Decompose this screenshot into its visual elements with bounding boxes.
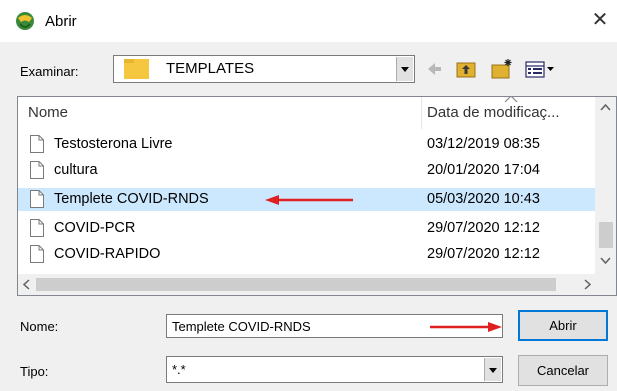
file-icon (30, 190, 44, 208)
file-icon (30, 219, 44, 237)
scroll-right-icon[interactable] (584, 279, 592, 290)
back-arrow-icon[interactable] (425, 58, 443, 80)
scroll-up-icon[interactable] (600, 103, 611, 111)
cancel-button[interactable]: Cancelar (518, 355, 608, 386)
window-title: Abrir (45, 13, 77, 30)
file-date: 29/07/2020 12:12 (427, 220, 540, 236)
column-divider[interactable] (421, 97, 422, 129)
file-name: Templete COVID-RNDS (54, 191, 209, 207)
horizontal-scroll-thumb[interactable] (36, 278, 556, 291)
file-row-selected[interactable]: Templete COVID-RNDS 05/03/2020 10:43 (18, 188, 596, 211)
file-date: 03/12/2019 08:35 (427, 136, 540, 152)
file-row[interactable]: COVID-PCR 29/07/2020 12:12 (18, 217, 596, 240)
red-arrow-icon (265, 195, 353, 205)
file-icon (30, 161, 44, 179)
file-icon (30, 245, 44, 263)
view-menu-icon[interactable] (524, 58, 556, 80)
app-icon (16, 12, 34, 30)
file-name: COVID-PCR (54, 220, 136, 236)
lookin-value: TEMPLATES (166, 60, 255, 77)
lookin-label: Examinar: (20, 64, 79, 79)
vertical-scrollbar[interactable] (595, 97, 616, 295)
open-button[interactable]: Abrir (518, 310, 608, 341)
file-list[interactable]: Nome Data de modificaç... Testosterona L… (17, 96, 617, 296)
file-name: cultura (54, 162, 98, 178)
filename-input[interactable]: Templete COVID-RNDS (166, 314, 503, 338)
file-date: 05/03/2020 10:43 (427, 191, 540, 207)
vertical-scroll-thumb[interactable] (599, 222, 613, 248)
file-name: COVID-RAPIDO (54, 246, 161, 262)
lookin-combo[interactable]: TEMPLATES (113, 55, 415, 83)
scroll-down-icon[interactable] (600, 257, 611, 265)
chevron-down-icon[interactable] (484, 358, 501, 381)
chevron-down-icon[interactable] (396, 57, 413, 81)
file-date: 20/01/2020 17:04 (427, 162, 540, 178)
filetype-label: Tipo: (20, 364, 49, 379)
filename-label: Nome: (20, 319, 59, 334)
scroll-left-icon[interactable] (22, 279, 30, 290)
filetype-value: *.* (172, 362, 186, 377)
title-bar: Abrir ✕ (0, 0, 617, 42)
red-arrow-icon (430, 322, 502, 332)
filename-value: Templete COVID-RNDS (172, 319, 311, 334)
sort-indicator-icon (504, 97, 518, 103)
close-icon[interactable]: ✕ (588, 8, 612, 32)
up-folder-icon[interactable] (455, 58, 477, 80)
column-header-name[interactable]: Nome (28, 97, 68, 129)
file-row[interactable]: Testosterona Livre 03/12/2019 08:35 (18, 133, 596, 156)
folder-icon (124, 59, 149, 79)
new-folder-icon[interactable] (490, 58, 514, 80)
file-row[interactable]: COVID-RAPIDO 29/07/2020 12:12 (18, 243, 596, 266)
file-date: 29/07/2020 12:12 (427, 246, 540, 262)
file-row[interactable]: cultura 20/01/2020 17:04 (18, 159, 596, 182)
horizontal-scrollbar[interactable] (18, 274, 596, 295)
filetype-combo[interactable]: *.* (166, 356, 503, 383)
file-icon (30, 135, 44, 153)
file-name: Testosterona Livre (54, 136, 173, 152)
